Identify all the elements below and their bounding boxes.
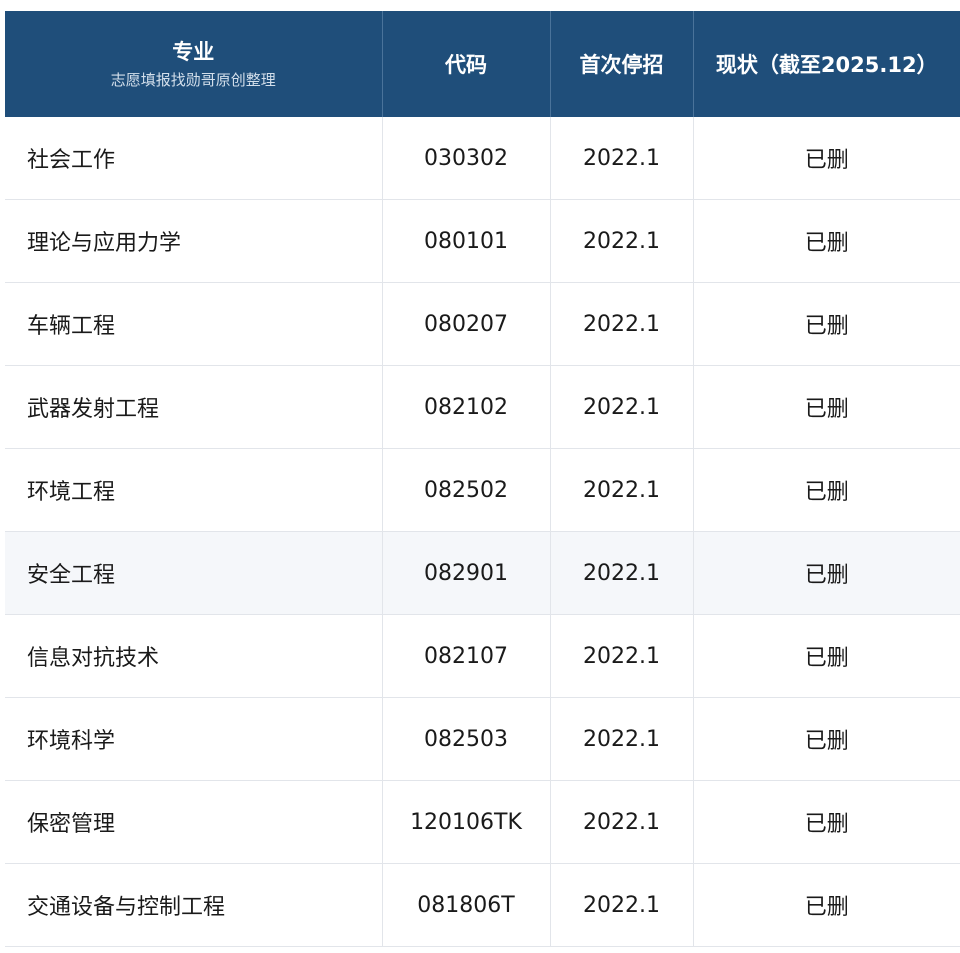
table-row: 交通设备与控制工程 081806T 2022.1 已删: [5, 863, 960, 947]
header-first-stop: 首次停招: [550, 11, 694, 117]
cell-status: 已删: [693, 282, 960, 366]
table-row: 信息对抗技术 082107 2022.1 已删: [5, 614, 960, 698]
table-row: 理论与应用力学 080101 2022.1 已删: [5, 199, 960, 283]
cell-code: 081806T: [382, 863, 551, 947]
header-major: 专业 志愿填报找勋哥原创整理: [5, 11, 383, 117]
header-status: 现状（截至2025.12）: [693, 11, 960, 117]
cell-code: 080207: [382, 282, 551, 366]
table-header: 专业 志愿填报找勋哥原创整理 代码 首次停招 现状（截至2025.12）: [5, 11, 960, 117]
table-row: 保密管理 120106TK 2022.1 已删: [5, 780, 960, 864]
table-row: 环境科学 082503 2022.1 已删: [5, 697, 960, 781]
majors-table: 专业 志愿填报找勋哥原创整理 代码 首次停招 现状（截至2025.12） 社会工…: [5, 11, 960, 947]
cell-first-stop: 2022.1: [550, 531, 694, 615]
cell-first-stop: 2022.1: [550, 199, 694, 283]
cell-code: 080101: [382, 199, 551, 283]
cell-name: 车辆工程: [5, 282, 383, 366]
cell-code: 082502: [382, 448, 551, 532]
cell-first-stop: 2022.1: [550, 863, 694, 947]
cell-status: 已删: [693, 614, 960, 698]
cell-code: 082102: [382, 365, 551, 449]
cell-name: 信息对抗技术: [5, 614, 383, 698]
cell-name: 环境科学: [5, 697, 383, 781]
cell-first-stop: 2022.1: [550, 282, 694, 366]
header-watermark: 志愿填报找勋哥原创整理: [110, 71, 276, 89]
cell-first-stop: 2022.1: [550, 365, 694, 449]
cell-name: 保密管理: [5, 780, 383, 864]
table-row: 武器发射工程 082102 2022.1 已删: [5, 365, 960, 449]
table-row-highlighted: 安全工程 082901 2022.1 已删: [5, 531, 960, 615]
header-code: 代码: [382, 11, 551, 117]
cell-status: 已删: [693, 199, 960, 283]
header-major-label: 专业: [172, 40, 215, 64]
cell-status: 已删: [693, 365, 960, 449]
cell-code: 030302: [382, 117, 551, 200]
cell-name: 交通设备与控制工程: [5, 863, 383, 947]
cell-status: 已删: [693, 448, 960, 532]
cell-code: 082503: [382, 697, 551, 781]
cell-status: 已删: [693, 780, 960, 864]
cell-status: 已删: [693, 697, 960, 781]
cell-name: 理论与应用力学: [5, 199, 383, 283]
table-row: 环境工程 082502 2022.1 已删: [5, 448, 960, 532]
cell-name: 环境工程: [5, 448, 383, 532]
cell-name: 社会工作: [5, 117, 383, 200]
table-row: 车辆工程 080207 2022.1 已删: [5, 282, 960, 366]
cell-status: 已删: [693, 531, 960, 615]
cell-first-stop: 2022.1: [550, 697, 694, 781]
cell-status: 已删: [693, 117, 960, 200]
cell-status: 已删: [693, 863, 960, 947]
cell-first-stop: 2022.1: [550, 614, 694, 698]
cell-code: 082901: [382, 531, 551, 615]
cell-name: 武器发射工程: [5, 365, 383, 449]
cell-name: 安全工程: [5, 531, 383, 615]
cell-first-stop: 2022.1: [550, 780, 694, 864]
cell-code: 082107: [382, 614, 551, 698]
cell-first-stop: 2022.1: [550, 117, 694, 200]
table-row: 社会工作 030302 2022.1 已删: [5, 117, 960, 200]
cell-code: 120106TK: [382, 780, 551, 864]
cell-first-stop: 2022.1: [550, 448, 694, 532]
